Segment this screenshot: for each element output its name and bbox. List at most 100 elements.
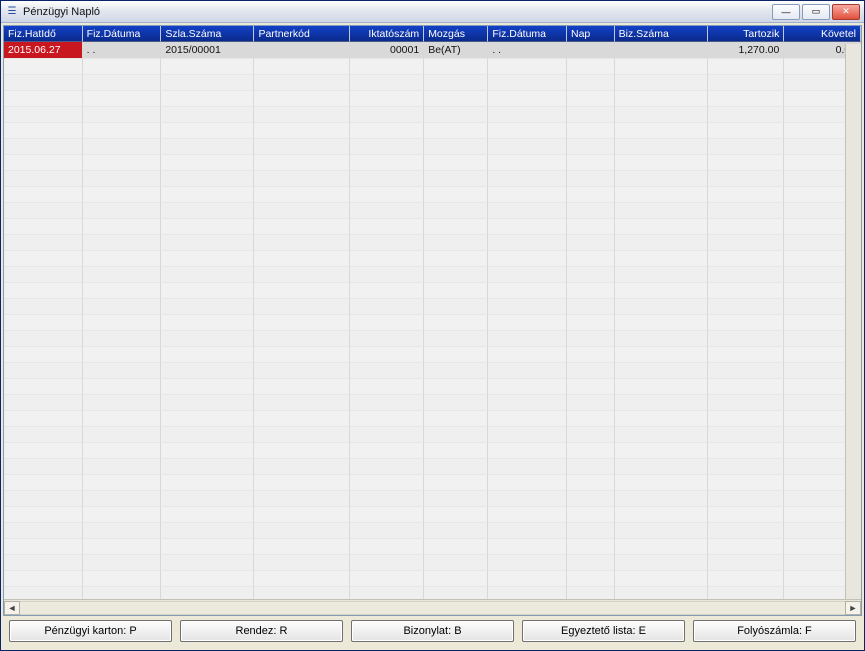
cell-empty[interactable]: [350, 187, 425, 203]
cell-empty[interactable]: [254, 459, 349, 475]
cell-empty[interactable]: [567, 491, 615, 507]
cell-empty[interactable]: [488, 219, 567, 235]
financial-journal-grid[interactable]: Fiz.HatIdőFiz.DátumaSzla.SzámaPartnerkód…: [4, 26, 861, 599]
cell-empty[interactable]: [4, 539, 83, 555]
cell-empty[interactable]: [161, 251, 254, 267]
cell-tartozik[interactable]: 1,270.00: [708, 42, 785, 59]
cell-empty[interactable]: [615, 443, 708, 459]
cell-empty[interactable]: [4, 347, 83, 363]
cell-empty[interactable]: [350, 459, 425, 475]
cell-empty[interactable]: [488, 379, 567, 395]
cell-empty[interactable]: [615, 155, 708, 171]
cell-empty[interactable]: [488, 267, 567, 283]
cell-empty[interactable]: [254, 555, 349, 571]
cell-empty[interactable]: [424, 571, 488, 587]
cell-empty[interactable]: [4, 523, 83, 539]
table-row[interactable]: [4, 299, 861, 315]
minimize-button[interactable]: —: [772, 4, 800, 20]
cell-empty[interactable]: [615, 539, 708, 555]
cell-empty[interactable]: [488, 187, 567, 203]
cell-empty[interactable]: [161, 427, 254, 443]
cell-empty[interactable]: [567, 267, 615, 283]
cell-empty[interactable]: [83, 411, 162, 427]
cell-empty[interactable]: [4, 331, 83, 347]
cell-empty[interactable]: [83, 459, 162, 475]
table-row[interactable]: [4, 331, 861, 347]
cell-empty[interactable]: [83, 235, 162, 251]
cell-empty[interactable]: [161, 475, 254, 491]
cell-empty[interactable]: [615, 235, 708, 251]
cell-empty[interactable]: [424, 539, 488, 555]
cell-empty[interactable]: [567, 251, 615, 267]
cell-empty[interactable]: [254, 171, 349, 187]
cell-empty[interactable]: [567, 315, 615, 331]
cell-empty[interactable]: [424, 155, 488, 171]
cell-empty[interactable]: [83, 123, 162, 139]
cell-empty[interactable]: [4, 379, 83, 395]
cell-empty[interactable]: [83, 75, 162, 91]
cell-empty[interactable]: [615, 123, 708, 139]
cell-empty[interactable]: [4, 235, 83, 251]
cell-empty[interactable]: [4, 491, 83, 507]
cell-empty[interactable]: [708, 299, 785, 315]
cell-empty[interactable]: [708, 443, 785, 459]
cell-empty[interactable]: [615, 59, 708, 75]
cell-empty[interactable]: [488, 251, 567, 267]
cell-empty[interactable]: [708, 427, 785, 443]
cell-empty[interactable]: [4, 411, 83, 427]
cell-empty[interactable]: [567, 91, 615, 107]
cell-empty[interactable]: [161, 395, 254, 411]
cell-empty[interactable]: [488, 363, 567, 379]
table-row[interactable]: [4, 459, 861, 475]
cell-empty[interactable]: [161, 491, 254, 507]
cell-empty[interactable]: [350, 59, 425, 75]
cell-empty[interactable]: [254, 491, 349, 507]
cell-empty[interactable]: [424, 171, 488, 187]
column-header-nap[interactable]: Nap: [567, 26, 615, 42]
cell-empty[interactable]: [4, 139, 83, 155]
cell-empty[interactable]: [83, 299, 162, 315]
cell-empty[interactable]: [708, 59, 785, 75]
cell-empty[interactable]: [424, 299, 488, 315]
cell-empty[interactable]: [567, 571, 615, 587]
cell-empty[interactable]: [83, 283, 162, 299]
cell-empty[interactable]: [488, 283, 567, 299]
cell-empty[interactable]: [254, 507, 349, 523]
cell-empty[interactable]: [708, 363, 785, 379]
cell-empty[interactable]: [488, 155, 567, 171]
cell-empty[interactable]: [615, 219, 708, 235]
cell-empty[interactable]: [161, 155, 254, 171]
cell-empty[interactable]: [254, 219, 349, 235]
cell-empty[interactable]: [254, 347, 349, 363]
cell-empty[interactable]: [161, 507, 254, 523]
table-row[interactable]: 2015.06.27 . . 2015/0000100001Be(AT) . .…: [4, 42, 861, 59]
cell-empty[interactable]: [567, 443, 615, 459]
cell-empty[interactable]: [4, 219, 83, 235]
cell-empty[interactable]: [83, 379, 162, 395]
cell-empty[interactable]: [161, 59, 254, 75]
cell-empty[interactable]: [708, 155, 785, 171]
cell-empty[interactable]: [83, 555, 162, 571]
table-row[interactable]: [4, 379, 861, 395]
cell-mozgas[interactable]: Be(AT): [424, 42, 488, 59]
cell-empty[interactable]: [161, 139, 254, 155]
cell-empty[interactable]: [708, 571, 785, 587]
cell-empty[interactable]: [708, 219, 785, 235]
cell-empty[interactable]: [615, 459, 708, 475]
cell-empty[interactable]: [615, 75, 708, 91]
cell-empty[interactable]: [708, 123, 785, 139]
cell-empty[interactable]: [254, 251, 349, 267]
cell-empty[interactable]: [424, 443, 488, 459]
table-row[interactable]: [4, 491, 861, 507]
cell-empty[interactable]: [488, 123, 567, 139]
cell-empty[interactable]: [567, 139, 615, 155]
table-row[interactable]: [4, 91, 861, 107]
column-header-partnerkod[interactable]: Partnerkód: [254, 26, 349, 42]
table-row[interactable]: [4, 139, 861, 155]
cell-empty[interactable]: [488, 523, 567, 539]
cell-empty[interactable]: [4, 299, 83, 315]
cell-empty[interactable]: [615, 283, 708, 299]
cell-empty[interactable]: [488, 427, 567, 443]
cell-empty[interactable]: [424, 587, 488, 599]
cell-fiz_datuma_1[interactable]: . .: [83, 42, 162, 59]
